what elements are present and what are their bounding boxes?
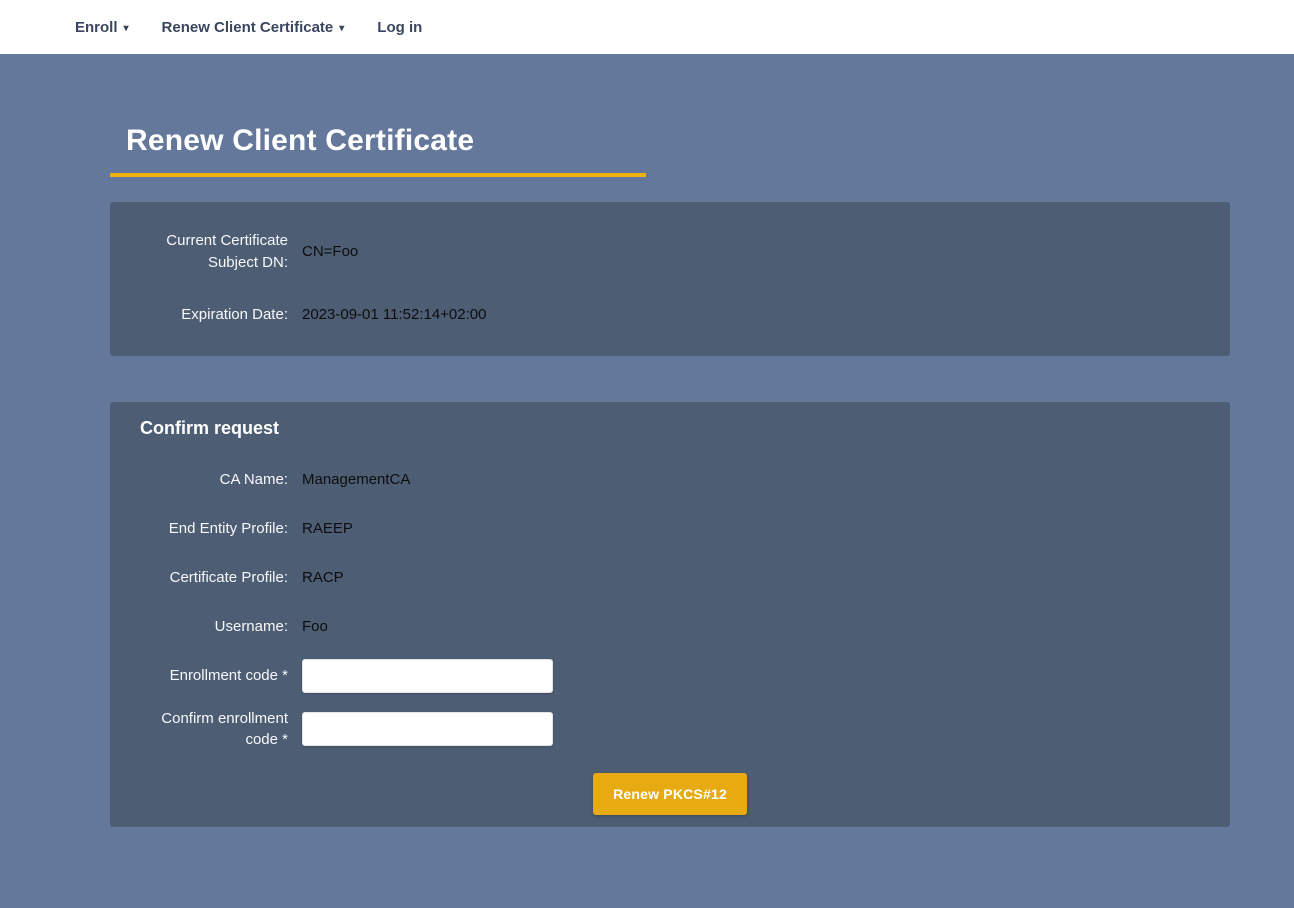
page-title: Renew Client Certificate (126, 124, 646, 158)
confirm-request-panel: Confirm request CA Name: ManagementCA En… (110, 402, 1230, 828)
ca-name-value: ManagementCA (302, 471, 410, 488)
enrollment-code-row: Enrollment code * (140, 659, 1200, 693)
enrollment-code-input[interactable] (302, 659, 553, 693)
certificate-profile-label: Certificate Profile: (140, 567, 288, 589)
enrollment-code-label: Enrollment code * (140, 665, 288, 687)
subject-dn-row: Current Certificate Subject DN: CN=Foo (140, 230, 1200, 274)
top-navbar: Enroll ▾ Renew Client Certificate ▾ Log … (0, 0, 1294, 54)
nav-item-enroll-label: Enroll (75, 19, 118, 36)
nav-item-renew-client-certificate[interactable]: Renew Client Certificate ▾ (162, 19, 345, 36)
submit-button-row: Renew PKCS#12 (140, 773, 1200, 815)
main-content: Renew Client Certificate Current Certifi… (110, 124, 1230, 887)
certificate-profile-value: RACP (302, 569, 344, 586)
caret-down-icon: ▾ (339, 23, 344, 34)
ca-name-row: CA Name: ManagementCA (140, 463, 1200, 497)
username-label: Username: (140, 616, 288, 638)
nav-item-log-in[interactable]: Log in (377, 19, 422, 36)
page-title-underline: Renew Client Certificate (110, 124, 646, 177)
username-value: Foo (302, 618, 328, 635)
confirm-enrollment-code-input[interactable] (302, 712, 553, 746)
expiration-date-label: Expiration Date: (140, 304, 288, 326)
renew-pkcs12-button[interactable]: Renew PKCS#12 (593, 773, 747, 815)
confirm-enrollment-code-label: Confirm enrollment code * (140, 708, 288, 752)
end-entity-profile-row: End Entity Profile: RAEEP (140, 512, 1200, 546)
username-row: Username: Foo (140, 610, 1200, 644)
certificate-info-panel: Current Certificate Subject DN: CN=Foo E… (110, 202, 1230, 356)
confirm-request-heading: Confirm request (140, 418, 1200, 439)
end-entity-profile-value: RAEEP (302, 520, 353, 537)
caret-down-icon: ▾ (124, 23, 129, 34)
ca-name-label: CA Name: (140, 469, 288, 491)
nav-item-enroll[interactable]: Enroll ▾ (75, 19, 129, 36)
end-entity-profile-label: End Entity Profile: (140, 518, 288, 540)
confirm-enrollment-code-row: Confirm enrollment code * (140, 708, 1200, 752)
subject-dn-value: CN=Foo (302, 243, 358, 260)
expiration-date-row: Expiration Date: 2023-09-01 11:52:14+02:… (140, 298, 1200, 332)
expiration-date-value: 2023-09-01 11:52:14+02:00 (302, 306, 486, 323)
certificate-profile-row: Certificate Profile: RACP (140, 561, 1200, 595)
nav-item-login-label: Log in (377, 19, 422, 36)
nav-item-renew-label: Renew Client Certificate (162, 19, 334, 36)
subject-dn-label: Current Certificate Subject DN: (140, 230, 288, 274)
